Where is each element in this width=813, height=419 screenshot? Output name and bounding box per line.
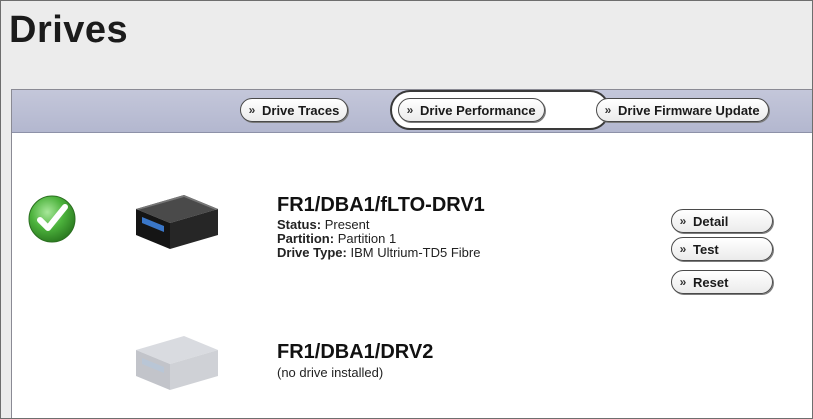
button-label: Reset	[693, 274, 729, 290]
drive-traces-button[interactable]: » Drive Traces	[240, 98, 349, 122]
drive-type: Drive Type: IBM Ultrium-TD5 Fibre	[277, 246, 480, 260]
drive-type-label: Drive Type:	[277, 245, 347, 260]
drive-firmware-update-button[interactable]: » Drive Firmware Update	[596, 98, 769, 122]
drives-window: Drives » Drive Traces » Drive Performanc…	[0, 0, 813, 419]
status-value: Present	[324, 217, 370, 232]
double-chevron-right-icon: »	[679, 275, 687, 289]
button-label: Test	[693, 241, 719, 257]
drive-note: (no drive installed)	[277, 365, 384, 380]
button-label: Drive Firmware Update	[618, 102, 760, 118]
button-label: Detail	[693, 213, 729, 229]
reset-button[interactable]: » Reset	[671, 270, 773, 294]
tape-drive-icon	[130, 187, 222, 256]
status-label: Status:	[277, 217, 322, 232]
green-check-icon	[27, 194, 77, 249]
drive-partition: Partition: Partition 1	[277, 232, 396, 246]
double-chevron-right-icon: »	[679, 242, 687, 256]
double-chevron-right-icon: »	[604, 103, 612, 117]
double-chevron-right-icon: »	[406, 103, 414, 117]
partition-label: Partition:	[277, 231, 335, 246]
test-button[interactable]: » Test	[671, 237, 773, 261]
partition-value: Partition 1	[337, 231, 397, 246]
drive-name: FR1/DBA1/fLTO-DRV1	[277, 194, 485, 216]
button-label: Drive Traces	[262, 102, 340, 118]
double-chevron-right-icon: »	[248, 103, 256, 117]
drive-name: FR1/DBA1/DRV2	[277, 341, 434, 363]
detail-button[interactable]: » Detail	[671, 209, 773, 233]
double-chevron-right-icon: »	[679, 214, 687, 228]
page-title: Drives	[9, 9, 129, 51]
drive-type-value: IBM Ultrium-TD5 Fibre	[350, 245, 481, 260]
button-label: Drive Performance	[420, 102, 536, 118]
drive-status: Status: Present	[277, 218, 370, 232]
empty-drive-slot-icon	[130, 328, 222, 397]
drive-toolbar: » Drive Traces » Drive Performance » Dri…	[12, 90, 812, 133]
drive-performance-button[interactable]: » Drive Performance	[398, 98, 545, 122]
drives-panel: » Drive Traces » Drive Performance » Dri…	[11, 89, 812, 418]
